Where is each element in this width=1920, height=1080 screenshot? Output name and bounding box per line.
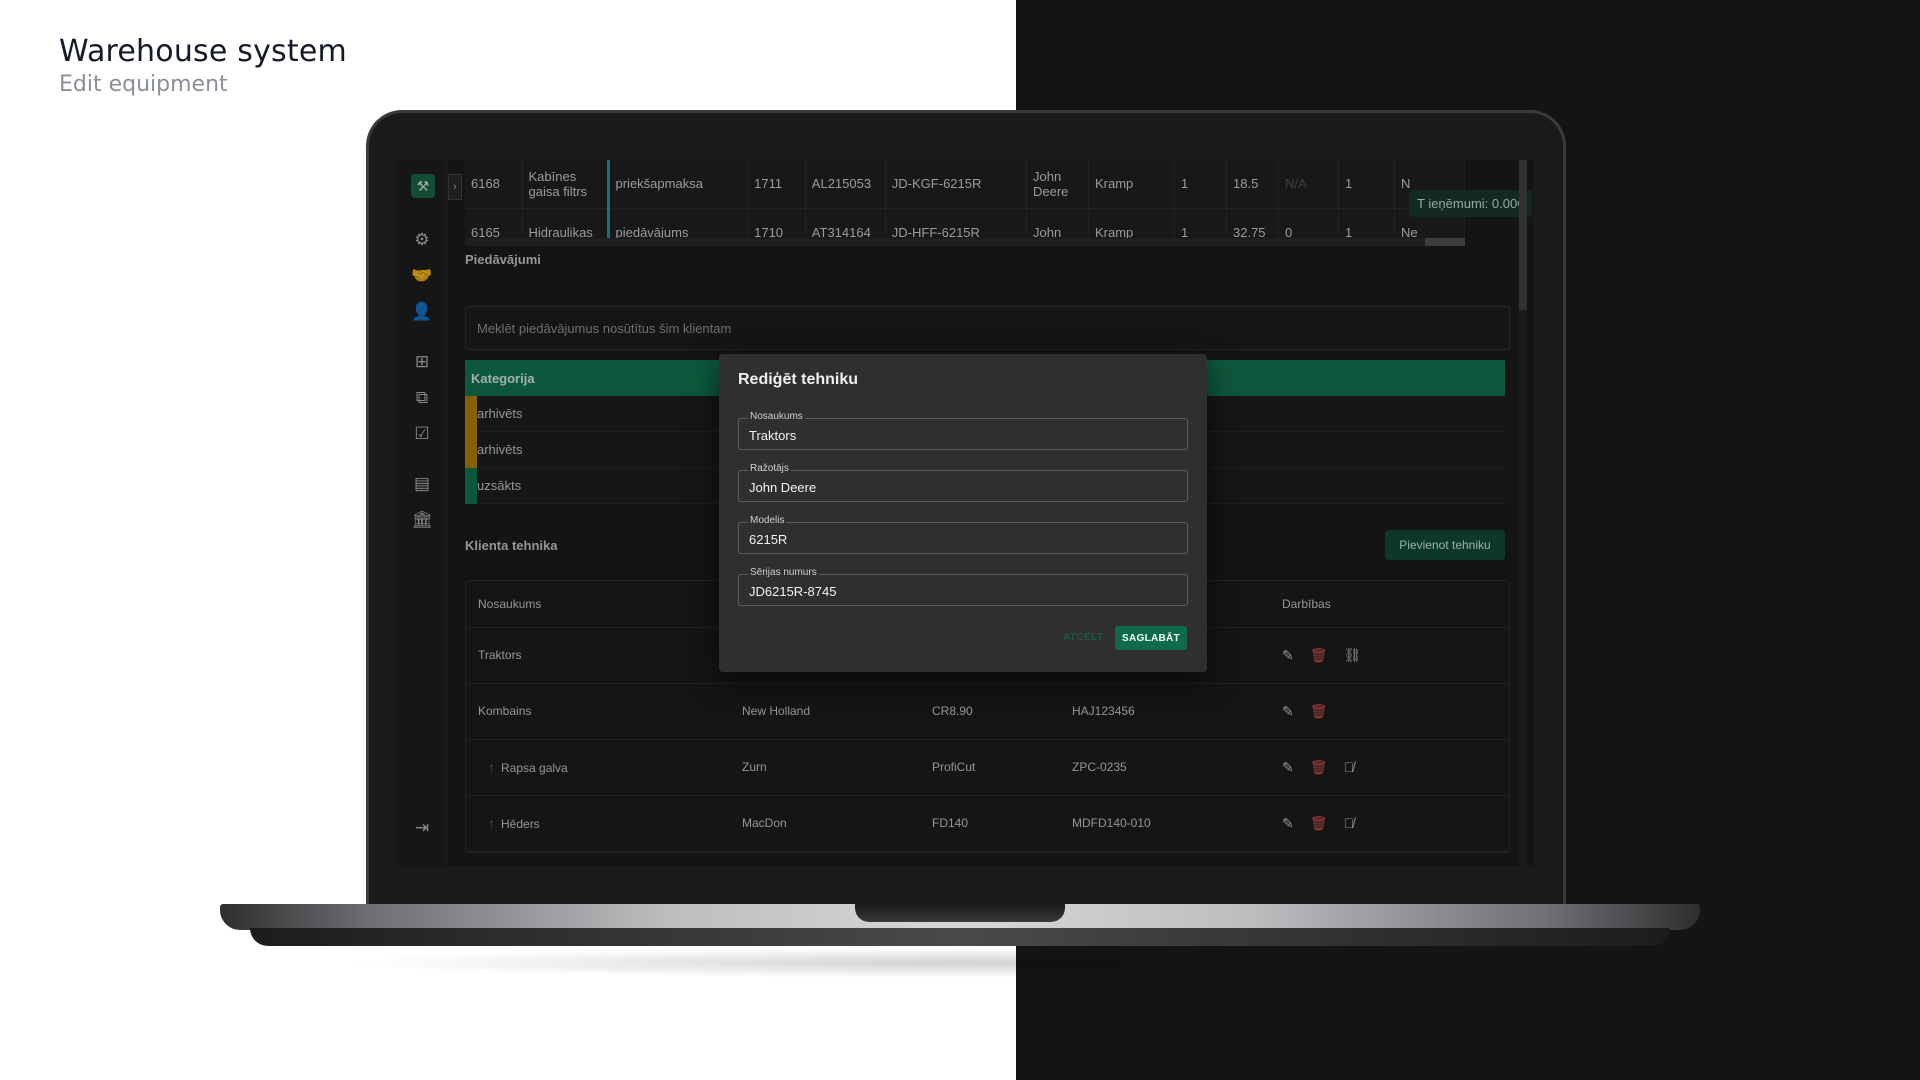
name-input[interactable] xyxy=(749,428,1169,443)
name-field[interactable]: Nosaukums xyxy=(738,411,1188,450)
hero-title: Warehouse system xyxy=(59,34,347,69)
dialog-title: Rediģēt tehniku xyxy=(738,371,859,388)
laptop-notch xyxy=(855,904,1065,922)
model-field[interactable]: Modelis xyxy=(738,515,1188,554)
field-label: Sērijas numurs xyxy=(748,567,819,579)
serial-number-input[interactable] xyxy=(749,584,1169,599)
cancel-button[interactable]: ATCELT xyxy=(1063,632,1103,643)
edit-equipment-dialog: Rediģēt tehniku Nosaukums Ražotājs Model… xyxy=(719,354,1207,672)
laptop-shadow xyxy=(340,948,1580,978)
manufacturer-field[interactable]: Ražotājs xyxy=(738,463,1188,502)
app-screen: ⚒ ⚙ 🤝 👤 ⊞ ⧉ ☑ ▤ 🏛 ⇥ › 6168 Kabīnes gaisa… xyxy=(397,160,1533,866)
laptop-base-lip xyxy=(250,928,1670,946)
field-label: Modelis xyxy=(748,515,787,527)
save-button[interactable]: SAGLABĀT xyxy=(1115,626,1187,650)
field-label: Nosaukums xyxy=(748,411,805,423)
field-label: Ražotājs xyxy=(748,463,791,475)
manufacturer-input[interactable] xyxy=(749,480,1169,495)
hero-subtitle: Edit equipment xyxy=(59,72,228,97)
model-input[interactable] xyxy=(749,532,1169,547)
serial-number-field[interactable]: Sērijas numurs xyxy=(738,567,1188,606)
